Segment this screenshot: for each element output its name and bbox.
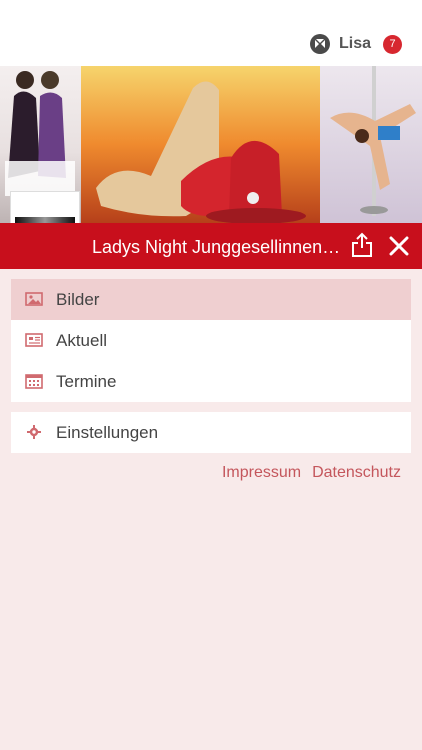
menu-item-label: Termine: [56, 372, 117, 391]
group-menu: Bilder Aktuell Termine: [11, 279, 411, 402]
datenschutz-link[interactable]: Datenschutz: [312, 464, 401, 482]
footer-links: Impressum Datenschutz: [222, 464, 401, 482]
top-bar: Lisa 7: [0, 0, 422, 67]
image-icon: [25, 292, 43, 306]
menu-item-einstellungen[interactable]: Einstellungen: [11, 412, 411, 453]
app-logo-icon: [309, 34, 330, 54]
notification-badge[interactable]: 7: [383, 34, 402, 54]
gear-icon: [27, 425, 41, 439]
menu-item-label: Einstellungen: [56, 423, 159, 442]
cover-photo-shoes: [81, 66, 320, 223]
group-title: Ladys Night Junggesellinnena...: [92, 237, 342, 257]
user-menu[interactable]: Lisa 7: [309, 32, 402, 56]
cover-photo-pole-dancer: [320, 66, 422, 223]
settings-menu: Einstellungen: [11, 412, 411, 453]
share-icon[interactable]: [351, 232, 373, 258]
close-icon[interactable]: [389, 236, 409, 256]
impressum-link[interactable]: Impressum: [222, 464, 301, 482]
menu-item-label: Bilder: [56, 290, 100, 309]
menu-item-bilder[interactable]: Bilder: [11, 279, 411, 320]
menu-item-label: Aktuell: [56, 331, 108, 350]
calendar-icon: [25, 374, 43, 389]
menu-item-aktuell[interactable]: Aktuell: [11, 320, 411, 361]
user-name[interactable]: Lisa: [339, 35, 371, 53]
menu-item-termine[interactable]: Termine: [11, 361, 411, 402]
newspaper-icon: [25, 333, 43, 347]
